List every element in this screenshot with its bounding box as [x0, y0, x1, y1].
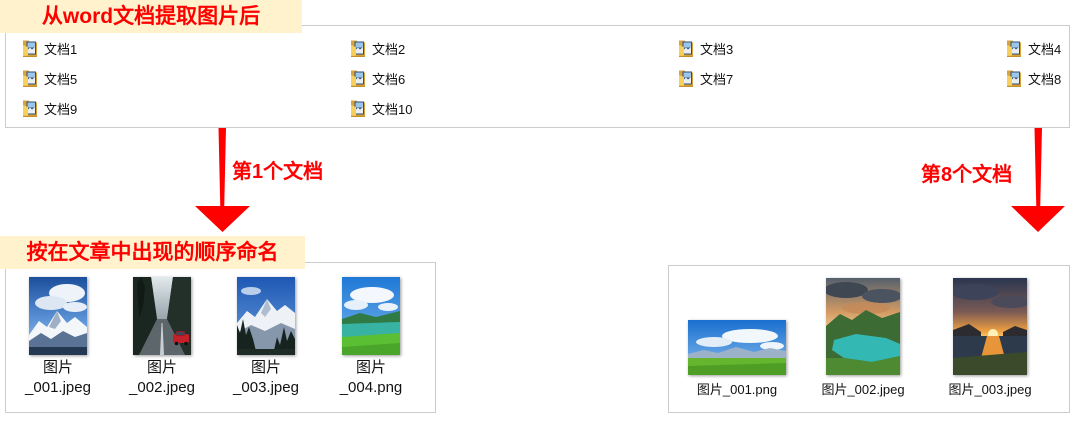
image-file-name: 图片_003.jpeg [233, 359, 299, 396]
doc8-arrow-label: 第8个文档 [921, 164, 1013, 186]
documents-folder-view: 文档1 文档2 文档3 文档4 文档5 文档6 文档7 文档8 文档9 文档10 [5, 25, 1070, 128]
document-folder-item-5[interactable]: 文档5 [22, 63, 350, 93]
document-folder-item-6[interactable]: 文档6 [350, 63, 678, 93]
image-file-name: 图片_002.jpeg [129, 359, 195, 396]
document-folder-name: 文档2 [372, 41, 406, 57]
image-file-name: 图片_001.jpeg [25, 359, 91, 396]
image-file-item[interactable]: 图片_001.png [677, 278, 797, 399]
green-lake-thumbnail [342, 277, 400, 355]
image-file-item[interactable]: 图片_003.jpeg [930, 278, 1050, 399]
document-folder-item-4[interactable]: 文档4 [1006, 33, 1066, 63]
document-folder-name: 文档8 [1028, 71, 1062, 87]
naming-order-tag: 按在文章中出现的顺序命名 [0, 236, 305, 269]
thumbnail-frame [803, 278, 923, 375]
doc1-arrow-label: 第1个文档 [232, 161, 324, 183]
arrow-shaft [1034, 128, 1042, 208]
document-folder-name: 文档10 [372, 101, 413, 117]
image-file-name: 图片_001.png [696, 382, 778, 397]
picture-folder-icon [350, 98, 366, 118]
doc8-images-view: 图片_001.png 图片_002.jpeg 图片_003.jpeg [668, 265, 1070, 413]
picture-folder-icon [1006, 38, 1022, 58]
image-file-item[interactable]: 图片_002.jpeg [120, 277, 204, 398]
picture-folder-icon [350, 68, 366, 88]
document-folder-item-7[interactable]: 文档7 [678, 63, 1006, 93]
document-folder-item-10[interactable]: 文档10 [350, 93, 678, 123]
document-folder-item-3[interactable]: 文档3 [678, 33, 1006, 63]
document-folder-name: 文档7 [700, 71, 734, 87]
document-folder-name: 文档1 [44, 41, 78, 57]
image-file-item[interactable]: 图片_001.jpeg [16, 277, 100, 398]
image-file-item[interactable]: 图片_002.jpeg [803, 278, 923, 399]
picture-folder-icon [22, 38, 38, 58]
mountain-lake-thumbnail [826, 278, 900, 375]
forest-road-thumbnail [133, 277, 191, 355]
document-folder-name: 文档4 [1028, 41, 1062, 57]
image-file-name: 图片_004.png [339, 359, 403, 396]
image-file-name: 图片_002.jpeg [821, 382, 905, 397]
doc1-images-view: 图片_001.jpeg 图片_002.jpeg 图片_003.jpeg 图片_0… [5, 262, 436, 413]
picture-folder-icon [1006, 68, 1022, 88]
arrow-head [1011, 206, 1065, 232]
sunset-lake-thumbnail [953, 278, 1027, 375]
arrow-head [195, 206, 250, 232]
thumbnail-frame [677, 278, 797, 375]
document-folder-name: 文档6 [372, 71, 406, 87]
thumbnail-frame [930, 278, 1050, 375]
document-folder-item-2[interactable]: 文档2 [350, 33, 678, 63]
snowy-mountain-thumbnail [29, 277, 87, 355]
image-file-item[interactable]: 图片_003.jpeg [224, 277, 308, 398]
document-folder-item-9[interactable]: 文档9 [22, 93, 350, 123]
extracted-images-tag: 从word文档提取图片后 [0, 0, 302, 33]
meadow-panorama-thumbnail [688, 320, 786, 375]
document-folder-name: 文档9 [44, 101, 78, 117]
document-folder-item-8[interactable]: 文档8 [1006, 63, 1066, 93]
picture-folder-icon [678, 38, 694, 58]
document-folder-list: 文档1 文档2 文档3 文档4 文档5 文档6 文档7 文档8 文档9 文档10 [6, 26, 1069, 123]
image-file-item[interactable]: 图片_004.png [329, 277, 413, 398]
picture-folder-icon [678, 68, 694, 88]
snowy-peaks-pines-thumbnail [237, 277, 295, 355]
document-folder-item-1[interactable]: 文档1 [22, 33, 350, 63]
arrow-to-doc8-images [1011, 128, 1065, 232]
picture-folder-icon [22, 68, 38, 88]
image-file-name: 图片_003.jpeg [948, 382, 1032, 397]
arrow-shaft [218, 128, 226, 208]
picture-folder-icon [350, 38, 366, 58]
document-folder-name: 文档5 [44, 71, 78, 87]
picture-folder-icon [22, 98, 38, 118]
document-folder-name: 文档3 [700, 41, 734, 57]
